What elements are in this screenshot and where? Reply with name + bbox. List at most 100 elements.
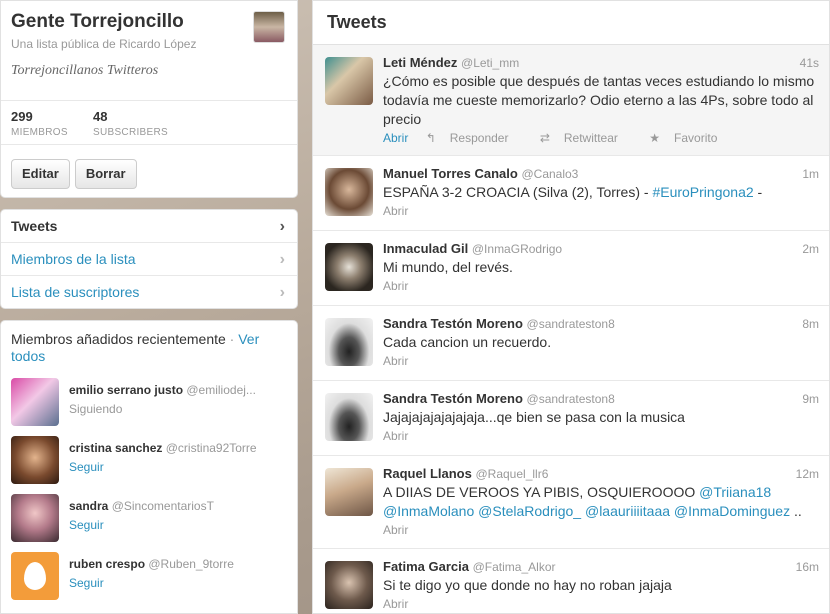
follow-link[interactable]: Seguir	[69, 460, 287, 474]
avatar[interactable]	[325, 561, 373, 609]
tweet-actions: Abrir	[383, 352, 819, 376]
nav-list-subscribers-label: Lista de suscriptores	[11, 284, 140, 300]
tweet-timestamp[interactable]: 9m	[802, 390, 819, 408]
edit-button[interactable]: Editar	[11, 159, 70, 189]
avatar[interactable]	[325, 393, 373, 441]
tweet-text-part: ESPAÑA 3-2 CROACIA (Silva (2), Torres) -	[383, 184, 653, 200]
avatar[interactable]	[325, 468, 373, 516]
tweet[interactable]: Inmaculad Gil @InmaGRodrigo 2m Mi mundo,…	[313, 231, 829, 306]
open-tweet-link[interactable]: Abrir	[383, 354, 408, 368]
tweet-author-name[interactable]: Raquel Llanos	[383, 466, 472, 481]
avatar[interactable]	[325, 243, 373, 291]
member-name[interactable]: cristina sanchez	[69, 441, 162, 455]
avatar[interactable]	[325, 57, 373, 105]
list-actions: Editar Borrar	[1, 145, 297, 189]
tweet-author-name[interactable]: Inmaculad Gil	[383, 241, 468, 256]
chevron-right-icon: ›	[279, 251, 285, 268]
avatar[interactable]	[11, 378, 59, 426]
avatar[interactable]	[325, 168, 373, 216]
tweet[interactable]: Leti Méndez @Leti_mm 41s ¿Cómo es posibl…	[313, 45, 829, 156]
members-label: MIEMBROS	[11, 127, 68, 138]
tweet-actions: Abrir	[383, 427, 819, 451]
member-name[interactable]: ruben crespo	[69, 557, 145, 571]
owner-avatar[interactable]	[253, 11, 285, 43]
member-handle: @SincomentariosT	[111, 499, 214, 513]
nav-tweets[interactable]: Tweets ›	[1, 210, 297, 243]
open-tweet-link[interactable]: Abrir	[383, 597, 408, 611]
tweet-timestamp[interactable]: 8m	[802, 315, 819, 333]
tweet-timestamp[interactable]: 12m	[796, 465, 819, 483]
delete-button[interactable]: Borrar	[74, 159, 137, 189]
reply-action[interactable]: ↰ Responder	[426, 131, 523, 145]
tweet-author-handle: @Fatima_Alkor	[472, 560, 556, 574]
tweet-text: A DIIAS DE VEROOS YA PIBIS, OSQUIEROOOO …	[383, 483, 819, 521]
open-tweet-link[interactable]: Abrir	[383, 523, 408, 537]
tweet-author-name[interactable]: Sandra Testón Moreno	[383, 316, 523, 331]
tweet-timestamp[interactable]: 16m	[796, 558, 819, 576]
member-item[interactable]: sandra @SincomentariosT Seguir	[11, 491, 287, 549]
list-navigation: Tweets › Miembros de la lista › Lista de…	[0, 209, 298, 309]
open-tweet-link[interactable]: Abrir	[383, 131, 408, 145]
favorite-action[interactable]: ★ Favorito	[649, 131, 731, 145]
tweet[interactable]: Fatima Garcia @Fatima_Alkor 16m Si te di…	[313, 549, 829, 613]
follow-link[interactable]: Seguir	[69, 518, 287, 532]
default-egg-avatar[interactable]	[11, 552, 59, 600]
tweet-author-handle: @Raquel_llr6	[475, 467, 549, 481]
member-item[interactable]: ruben crespo @Ruben_9torre Seguir	[11, 549, 287, 607]
open-tweet-link[interactable]: Abrir	[383, 429, 408, 443]
tweet-text: Si te digo yo que donde no hay no roban …	[383, 577, 672, 593]
tweet[interactable]: Raquel Llanos @Raquel_llr6 12m A DIIAS D…	[313, 456, 829, 549]
avatar[interactable]	[11, 494, 59, 542]
retweet-label: Retwittear	[563, 131, 618, 145]
chevron-right-icon: ›	[279, 218, 285, 235]
tweet-actions: Abrir	[383, 202, 819, 226]
avatar[interactable]	[11, 436, 59, 484]
list-stats: 299 MIEMBROS 48 SUBSCRIBERS	[1, 101, 297, 145]
open-tweet-link[interactable]: Abrir	[383, 204, 408, 218]
nav-list-members-label: Miembros de la lista	[11, 251, 136, 267]
tweet-author-handle: @Leti_mm	[461, 56, 520, 70]
open-tweet-link[interactable]: Abrir	[383, 279, 408, 293]
members-stat[interactable]: 299 MIEMBROS	[11, 101, 93, 144]
recent-members-title: Miembros añadidos recientemente · Ver to…	[11, 331, 287, 365]
mention-link[interactable]: @Triiana18	[699, 484, 771, 500]
list-description: Torrejoncillanos Twitteros	[11, 63, 159, 78]
tweet-timestamp[interactable]: 1m	[802, 165, 819, 183]
reply-label: Responder	[449, 131, 509, 145]
tweet-actions: Abrir	[383, 521, 819, 545]
subscribers-stat[interactable]: 48 SUBSCRIBERS	[93, 101, 175, 144]
avatar[interactable]	[325, 318, 373, 366]
member-item[interactable]: cristina sanchez @cristina92Torre Seguir	[11, 433, 287, 491]
retweet-icon: ⇄	[539, 131, 550, 145]
tweet-text-part: A DIIAS DE VEROOS YA PIBIS, OSQUIEROOOO	[383, 484, 700, 500]
hashtag-link[interactable]: #EuroPringona2	[652, 184, 753, 200]
tweet-timestamp[interactable]: 41s	[800, 54, 819, 72]
mention-link[interactable]: @laauriiiitaaa	[585, 503, 670, 519]
member-item[interactable]: emilio serrano justo @emiliodej... Sigui…	[11, 375, 287, 433]
tweet-author-handle: @InmaGRodrigo	[471, 242, 563, 256]
member-name[interactable]: sandra	[69, 499, 108, 513]
tweet-author-name[interactable]: Manuel Torres Canalo	[383, 166, 518, 181]
stream-title: Tweets	[313, 1, 829, 45]
follow-link[interactable]: Seguir	[69, 576, 287, 590]
tweet-text: Cada cancion un recuerdo.	[383, 334, 552, 350]
nav-list-members[interactable]: Miembros de la lista ›	[1, 243, 297, 276]
tweet-text-part: ..	[790, 503, 802, 519]
members-count: 299	[11, 109, 33, 124]
mention-link[interactable]: @StelaRodrigo_	[478, 503, 581, 519]
subscribers-count: 48	[93, 109, 108, 124]
tweet-timestamp[interactable]: 2m	[802, 240, 819, 258]
mention-link[interactable]: @InmaMolano	[383, 503, 474, 519]
tweet-author-name[interactable]: Fatima Garcia	[383, 559, 469, 574]
tweet-text: ESPAÑA 3-2 CROACIA (Silva (2), Torres) -…	[383, 183, 819, 202]
tweet[interactable]: Sandra Testón Moreno @sandrateston8 9m J…	[313, 381, 829, 456]
retweet-action[interactable]: ⇄ Retwittear	[540, 131, 632, 145]
title-separator: ·	[229, 331, 235, 347]
nav-list-subscribers[interactable]: Lista de suscriptores ›	[1, 276, 297, 308]
member-name[interactable]: emilio serrano justo	[69, 383, 183, 397]
tweet-author-name[interactable]: Sandra Testón Moreno	[383, 391, 523, 406]
mention-link[interactable]: @InmaDominguez	[674, 503, 790, 519]
tweet[interactable]: Sandra Testón Moreno @sandrateston8 8m C…	[313, 306, 829, 381]
tweet-author-name[interactable]: Leti Méndez	[383, 55, 457, 70]
tweet[interactable]: Manuel Torres Canalo @Canalo3 1m ESPAÑA …	[313, 156, 829, 231]
